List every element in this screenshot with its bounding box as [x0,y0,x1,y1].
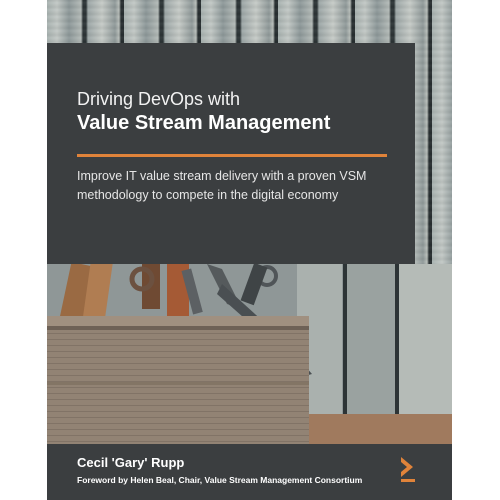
toolbox-illustration [47,257,452,444]
accent-rule [77,154,387,157]
book-title-line1: Driving DevOps with [77,89,241,109]
book-title-line2: Value Stream Management [77,112,331,134]
foreword-credit: Foreword by Helen Beal, Chair, Value Str… [77,475,363,485]
publisher-chevron-logo-icon [401,457,415,482]
book-subtitle: Improve IT value stream delivery with a … [77,169,367,202]
author-name: Cecil 'Gary' Rupp [77,455,185,470]
author-bar: Cecil 'Gary' Rupp Foreword by Helen Beal… [47,444,452,500]
book-cover: Driving DevOps with Value Stream Managem… [47,0,452,500]
